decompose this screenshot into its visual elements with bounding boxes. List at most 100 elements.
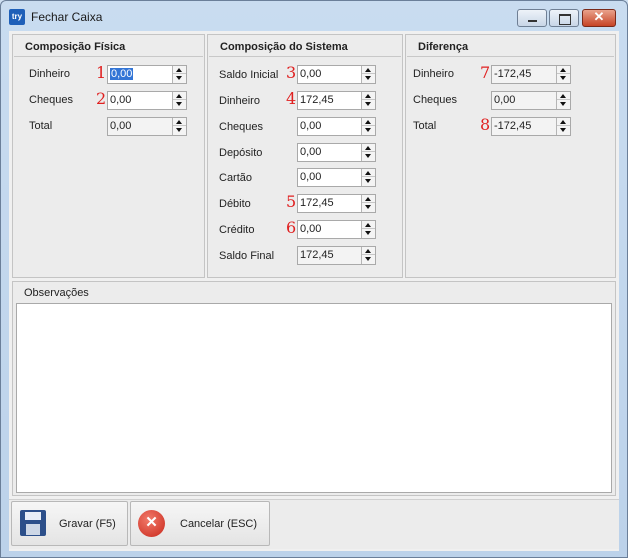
- spin-down-icon[interactable]: [362, 74, 375, 82]
- saldo-inicial-spinner[interactable]: 0,00: [297, 65, 376, 84]
- credito-spinner[interactable]: 0,00: [297, 220, 376, 239]
- marker-8: 8: [480, 115, 491, 134]
- spin-up-icon[interactable]: [362, 221, 375, 229]
- app-icon: try: [9, 9, 25, 25]
- spin-up-icon[interactable]: [362, 144, 375, 152]
- diferenca-dinheiro-spinner[interactable]: -172,45: [491, 65, 571, 84]
- fechar-caixa-window: try Fechar Caixa ✕ Composição Física Din…: [0, 0, 628, 558]
- spin-down-icon[interactable]: [557, 100, 570, 108]
- sistema-dinheiro-spinner[interactable]: 172,45: [297, 91, 376, 110]
- fisica-total-spinner[interactable]: 0,00: [107, 117, 187, 136]
- label-sistema-cheques: Cheques: [219, 121, 264, 133]
- cancel-x-icon: ✕: [138, 510, 165, 537]
- label-saldo-final: Saldo Final: [219, 250, 275, 262]
- marker-4: 4: [286, 89, 297, 108]
- spin-up-icon[interactable]: [362, 66, 375, 74]
- spin-down-icon[interactable]: [173, 100, 186, 108]
- panel-title-diferenca: Diferença: [418, 41, 469, 53]
- marker-1: 1: [96, 63, 107, 82]
- window-title: Fechar Caixa: [31, 10, 103, 24]
- label-credito: Crédito: [219, 224, 255, 236]
- panel-divider: [14, 56, 203, 57]
- deposito-value[interactable]: 0,00: [300, 146, 321, 158]
- debito-spinner[interactable]: 172,45: [297, 194, 376, 213]
- panel-composicao-sistema: Composição do Sistema Saldo Inicial 3 0,…: [207, 34, 403, 278]
- spin-down-icon[interactable]: [557, 126, 570, 134]
- label-saldo-inicial: Saldo Inicial: [219, 69, 279, 81]
- saldo-final-value: 172,45: [300, 249, 334, 261]
- spin-down-icon[interactable]: [362, 229, 375, 237]
- spin-up-icon[interactable]: [173, 92, 186, 100]
- marker-6: 6: [286, 218, 297, 237]
- close-icon[interactable]: ✕: [582, 9, 616, 27]
- floppy-disk-icon: [20, 510, 46, 536]
- label-fisica-dinheiro: Dinheiro: [29, 68, 70, 80]
- fisica-cheques-value[interactable]: 0,00: [110, 94, 131, 106]
- fisica-cheques-spinner[interactable]: 0,00: [107, 91, 187, 110]
- label-sistema-dinheiro: Dinheiro: [219, 95, 260, 107]
- spin-up-icon[interactable]: [362, 92, 375, 100]
- sistema-cheques-spinner[interactable]: 0,00: [297, 117, 376, 136]
- action-bar: Gravar (F5) ✕ Cancelar (ESC): [9, 499, 619, 549]
- saldo-final-spinner[interactable]: 172,45: [297, 246, 376, 265]
- dialog-body: Composição Física Dinheiro 1 0,00 Cheque…: [9, 31, 619, 551]
- fisica-dinheiro-spinner[interactable]: 0,00: [107, 65, 187, 84]
- marker-7: 7: [480, 63, 491, 82]
- title-bar[interactable]: try Fechar Caixa ✕: [1, 1, 627, 31]
- marker-3: 3: [286, 63, 297, 82]
- close-glyph: ✕: [593, 9, 605, 24]
- spin-down-icon[interactable]: [362, 152, 375, 160]
- panel-composicao-fisica: Composição Física Dinheiro 1 0,00 Cheque…: [12, 34, 205, 278]
- credito-value[interactable]: 0,00: [300, 223, 321, 235]
- label-diferenca-cheques: Cheques: [413, 94, 458, 106]
- diferenca-cheques-value: 0,00: [494, 94, 516, 106]
- minimize-icon[interactable]: [517, 9, 547, 27]
- fisica-dinheiro-value[interactable]: 0,00: [110, 68, 134, 80]
- spin-down-icon[interactable]: [362, 126, 375, 134]
- spin-up-icon[interactable]: [362, 169, 375, 177]
- fisica-total-value: 0,00: [110, 120, 132, 132]
- observacoes-textarea[interactable]: [16, 303, 612, 493]
- spin-up-icon[interactable]: [173, 66, 186, 74]
- maximize-icon[interactable]: [549, 9, 579, 27]
- label-diferenca-dinheiro: Dinheiro: [413, 68, 454, 80]
- spin-down-icon[interactable]: [173, 126, 186, 134]
- panel-divider: [407, 56, 614, 57]
- sistema-dinheiro-value[interactable]: 172,45: [300, 94, 334, 106]
- cancel-button-label: Cancelar (ESC): [180, 518, 258, 530]
- save-button[interactable]: Gravar (F5): [11, 501, 128, 546]
- spin-down-icon[interactable]: [362, 177, 375, 185]
- spin-up-icon[interactable]: [557, 92, 570, 100]
- save-button-label: Gravar (F5): [59, 518, 116, 530]
- diferenca-total-spinner[interactable]: -172,45: [491, 117, 571, 136]
- cartao-value[interactable]: 0,00: [300, 171, 321, 183]
- spin-down-icon[interactable]: [173, 74, 186, 82]
- debito-value[interactable]: 172,45: [300, 197, 334, 209]
- label-diferenca-total: Total: [413, 120, 437, 132]
- spin-up-icon[interactable]: [362, 247, 375, 255]
- panel-divider: [209, 56, 401, 57]
- label-fisica-cheques: Cheques: [29, 94, 74, 106]
- saldo-inicial-value[interactable]: 0,00: [300, 68, 321, 80]
- panel-diferenca: Diferença Dinheiro 7 -172,45 Cheques 0,0…: [405, 34, 616, 278]
- diferenca-cheques-spinner[interactable]: 0,00: [491, 91, 571, 110]
- spin-down-icon[interactable]: [557, 74, 570, 82]
- spin-up-icon[interactable]: [557, 66, 570, 74]
- panel-observacoes: Observações: [12, 281, 616, 496]
- observacoes-label: Observações: [24, 287, 89, 299]
- spin-down-icon[interactable]: [362, 255, 375, 263]
- label-fisica-total: Total: [29, 120, 53, 132]
- spin-up-icon[interactable]: [362, 195, 375, 203]
- sistema-cheques-value[interactable]: 0,00: [300, 120, 321, 132]
- cartao-spinner[interactable]: 0,00: [297, 168, 376, 187]
- label-deposito: Depósito: [219, 147, 263, 159]
- cancel-button[interactable]: ✕ Cancelar (ESC): [130, 501, 270, 546]
- deposito-spinner[interactable]: 0,00: [297, 143, 376, 162]
- spin-down-icon[interactable]: [362, 100, 375, 108]
- label-debito: Débito: [219, 198, 251, 210]
- spin-up-icon[interactable]: [173, 118, 186, 126]
- diferenca-total-value: -172,45: [494, 120, 532, 132]
- spin-up-icon[interactable]: [362, 118, 375, 126]
- spin-up-icon[interactable]: [557, 118, 570, 126]
- spin-down-icon[interactable]: [362, 203, 375, 211]
